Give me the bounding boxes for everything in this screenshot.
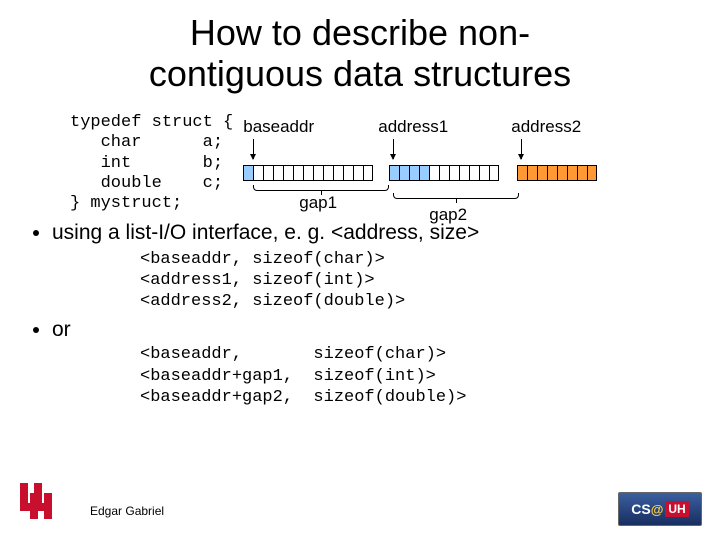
cs-text: CS (631, 501, 650, 517)
listio-block-2: <baseaddr, sizeof(char)> <baseaddr+gap1,… (140, 344, 720, 408)
uh-badge: UH (665, 501, 688, 517)
brace-gap1 (253, 185, 389, 191)
label-gap2: gap2 (429, 205, 467, 225)
cs-at-uh-logo: CS@UH (618, 492, 702, 526)
at-icon: @ (651, 502, 664, 517)
mem-segment-double (517, 165, 597, 181)
code-l1: typedef struct { (70, 113, 233, 132)
bullet-or: or (52, 318, 720, 342)
memory-diagram: baseaddr address1 address2 gap1 gap2 (243, 123, 663, 213)
bullet-list-2: or (52, 318, 720, 342)
bullet-listio: using a list-I/O interface, e. g. <addre… (52, 221, 720, 245)
mem-segment-char (243, 165, 373, 181)
arrow-address1 (393, 139, 394, 159)
slide-title: How to describe non- contiguous data str… (0, 0, 720, 95)
code-l3: int b; (70, 154, 223, 173)
listio-l2: <address1, sizeof(int)> (140, 271, 375, 290)
code-l2: char a; (70, 133, 223, 152)
label-address1: address1 (378, 117, 448, 137)
listio-l1: <baseaddr, sizeof(char)> (140, 250, 385, 269)
bullet-list-1: using a list-I/O interface, e. g. <addre… (52, 221, 720, 245)
top-row: typedef struct { char a; int b; double c… (0, 113, 720, 215)
arrow-baseaddr (253, 139, 254, 159)
listio2-l2: <baseaddr+gap1, sizeof(int)> (140, 367, 436, 386)
listio-block-1: <baseaddr, sizeof(char)> <address1, size… (140, 249, 720, 313)
listio2-l3: <baseaddr+gap2, sizeof(double)> (140, 388, 466, 407)
listio2-l1: <baseaddr, sizeof(char)> (140, 345, 446, 364)
code-l5: } mystruct; (70, 194, 182, 213)
label-gap1: gap1 (299, 193, 337, 213)
title-line-2: contiguous data structures (149, 53, 571, 94)
brace-gap2 (393, 193, 519, 199)
uh-logo-icon (16, 479, 60, 528)
code-l4: double c; (70, 174, 223, 193)
mem-segment-int (389, 165, 499, 181)
listio-l3: <address2, sizeof(double)> (140, 292, 405, 311)
arrow-address2 (521, 139, 522, 159)
label-address2: address2 (511, 117, 581, 137)
label-baseaddr: baseaddr (243, 117, 314, 137)
struct-code: typedef struct { char a; int b; double c… (70, 113, 233, 215)
author-name: Edgar Gabriel (90, 504, 164, 518)
title-line-1: How to describe non- (190, 12, 530, 53)
footer: Edgar Gabriel CS@UH (0, 486, 720, 532)
